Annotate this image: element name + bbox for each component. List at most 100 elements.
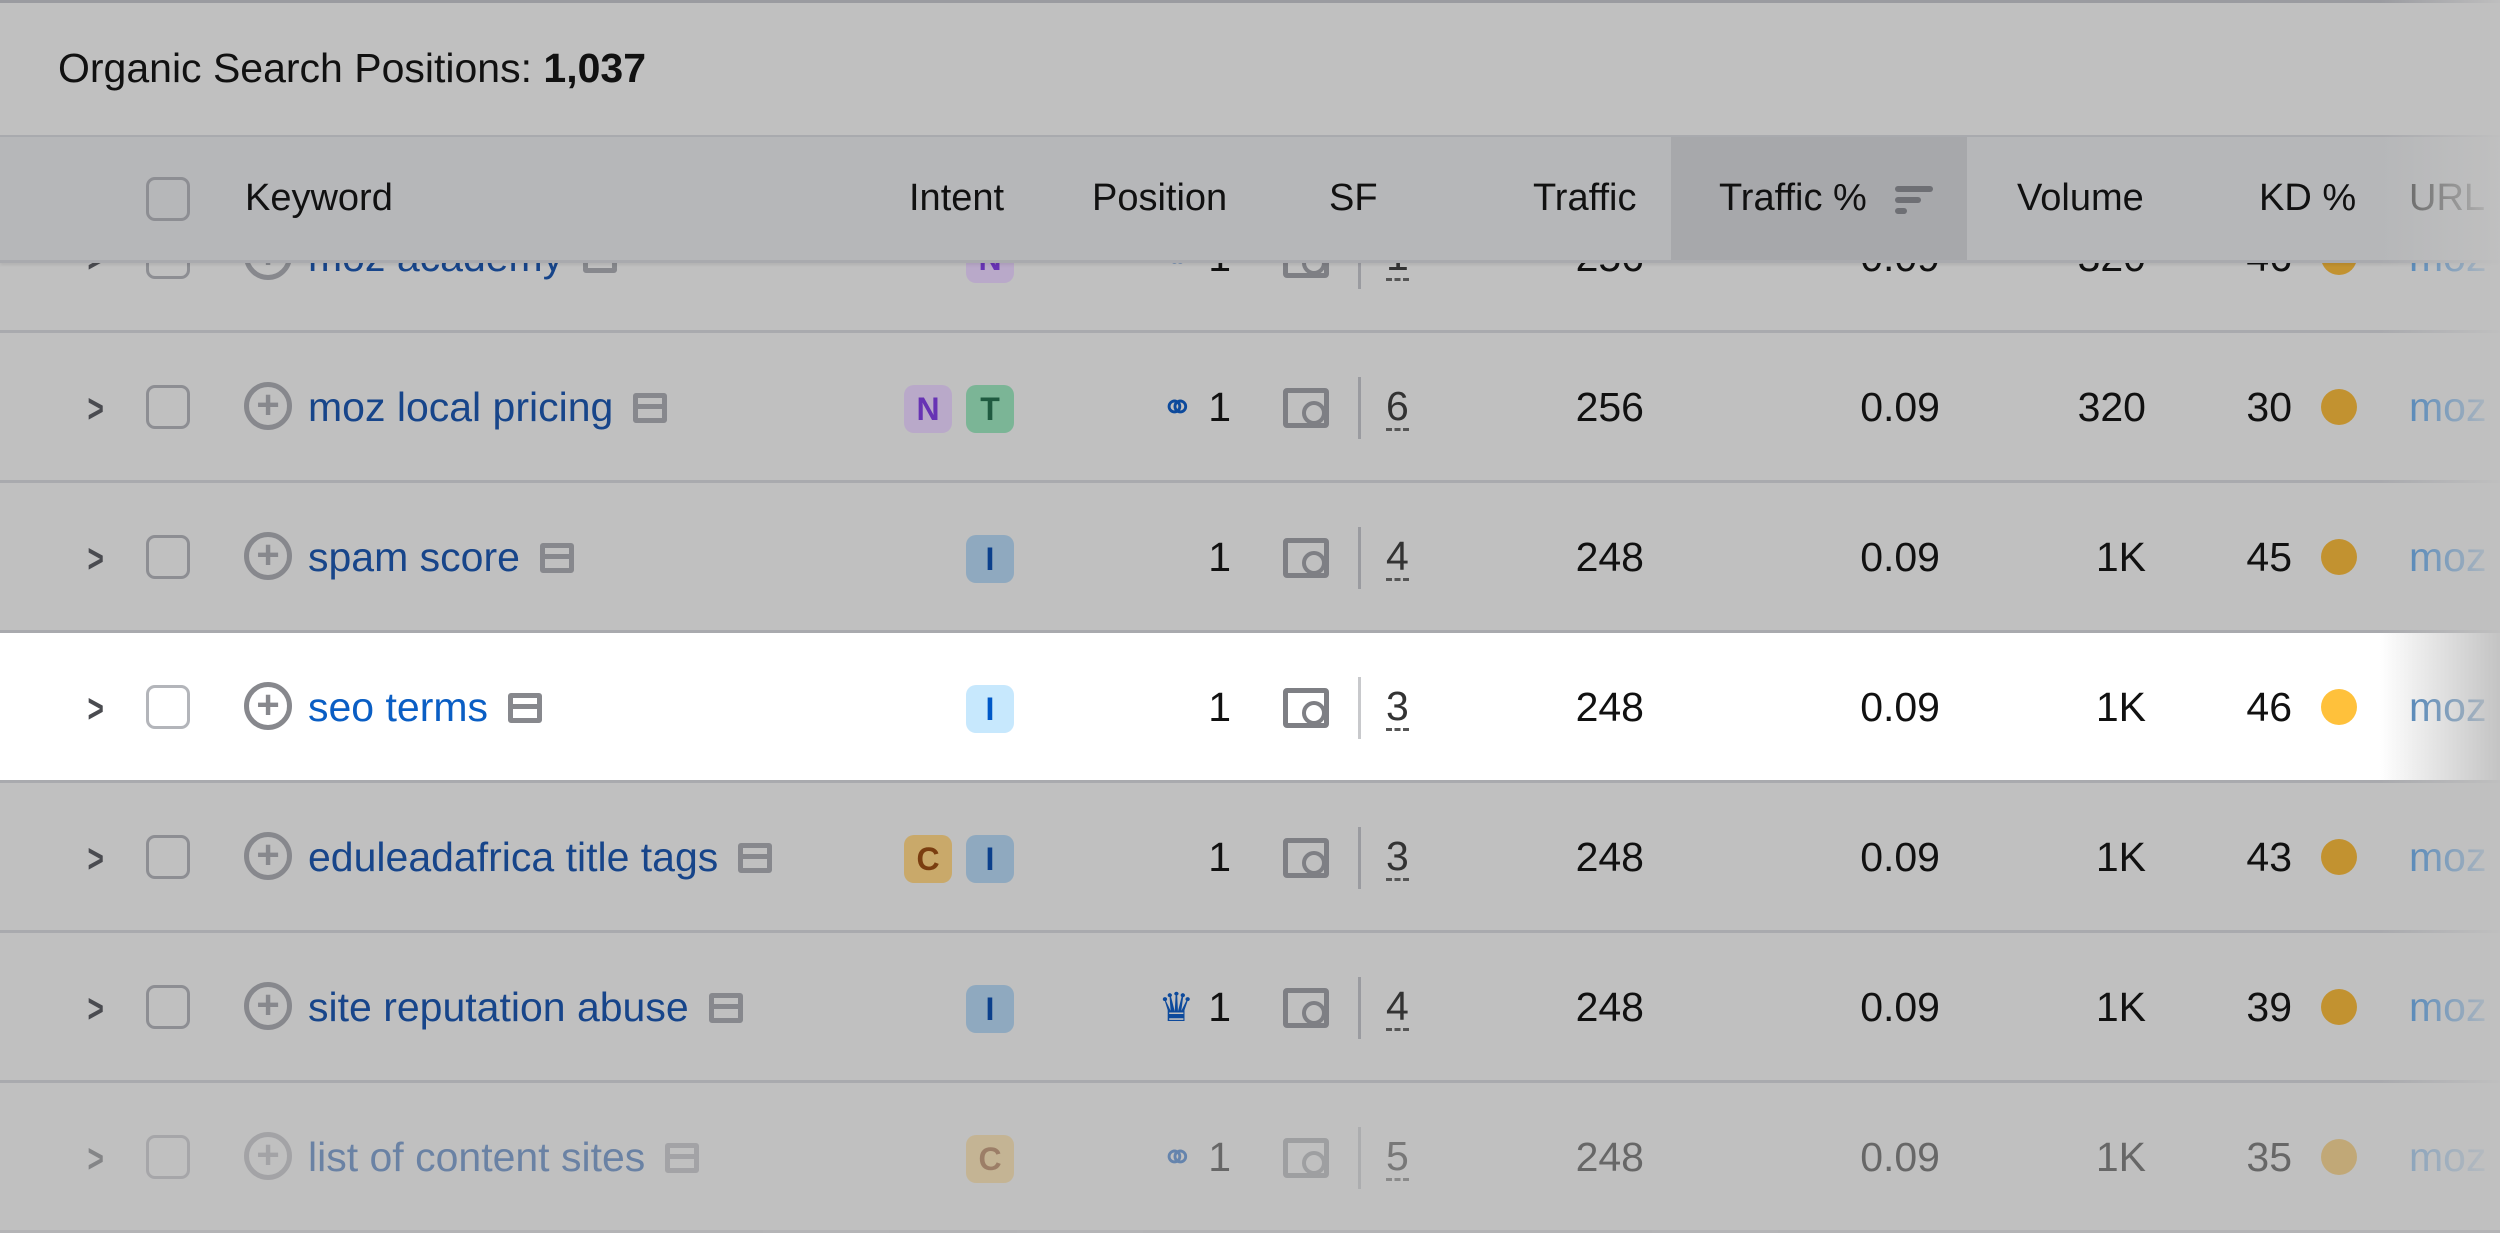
header-intent[interactable]: Intent	[909, 177, 1004, 220]
sf-count[interactable]: 6	[1386, 384, 1409, 431]
serp-preview-icon[interactable]	[539, 542, 574, 573]
volume-value: 1K	[2095, 1134, 2146, 1180]
keyword-link[interactable]: list of content sites	[308, 1134, 700, 1181]
keyword-link[interactable]: site reputation abuse	[308, 984, 743, 1031]
keyword-link[interactable]: moz local pricing	[308, 384, 668, 431]
row-checkbox[interactable]	[146, 685, 190, 729]
intent-badges: CI	[904, 835, 1014, 883]
serp-features-icon[interactable]	[1283, 988, 1329, 1028]
volume-value: 320	[2077, 384, 2146, 430]
serp-features-icon[interactable]	[1283, 388, 1329, 428]
header-traffic[interactable]: Traffic	[1533, 177, 1636, 220]
kd-difficulty-dot	[2321, 539, 2357, 575]
kd-difficulty-dot	[2321, 839, 2357, 875]
keyword-link[interactable]: spam score	[308, 534, 574, 581]
position-cell: 1	[1208, 684, 1231, 731]
traffic-value: 248	[1575, 834, 1644, 880]
add-keyword-icon[interactable]: +	[244, 832, 292, 880]
sf-divider	[1358, 977, 1361, 1039]
keyword-text: site reputation abuse	[308, 984, 689, 1030]
table-row[interactable]: > + site reputation abuse I ♛ 1 4 248 0.0…	[0, 933, 2500, 1083]
sf-count[interactable]: 4	[1386, 534, 1409, 581]
add-keyword-icon[interactable]: +	[244, 1132, 292, 1180]
add-keyword-icon[interactable]: +	[244, 982, 292, 1030]
expand-chevron-icon[interactable]: >	[88, 987, 104, 1032]
positions-count: 1,037	[543, 45, 647, 91]
row-checkbox[interactable]	[146, 535, 190, 579]
header-sf[interactable]: SF	[1329, 177, 1378, 220]
serp-preview-icon[interactable]	[665, 1142, 700, 1173]
sf-count[interactable]: 4	[1386, 984, 1409, 1031]
add-keyword-icon[interactable]: +	[244, 532, 292, 580]
keyword-link[interactable]: seo terms	[308, 684, 542, 731]
keyword-table-body: > + moz academy N ⚭1 1 256 0.09 320 46 m…	[0, 183, 2500, 1233]
keyword-link[interactable]: eduleadafrica title tags	[308, 834, 773, 881]
header-kd[interactable]: KD %	[2259, 177, 2356, 220]
expand-chevron-icon[interactable]: >	[88, 1137, 104, 1182]
url-link[interactable]: moz	[2409, 984, 2486, 1031]
position-value: 1	[1208, 834, 1231, 880]
volume-value: 1K	[2095, 684, 2146, 730]
serp-features-icon[interactable]	[1283, 1138, 1329, 1178]
position-cell: 1	[1208, 534, 1231, 581]
header-position[interactable]: Position	[1092, 177, 1227, 220]
sf-divider	[1358, 527, 1361, 589]
serp-preview-icon[interactable]	[738, 842, 773, 873]
serp-features-icon[interactable]	[1283, 688, 1329, 728]
table-row[interactable]: > + list of content sites C ⚭ 1 5 248 0.0…	[0, 1083, 2500, 1233]
table-row[interactable]: > + moz local pricing NT ⚭ 1 6 256 0.09 3…	[0, 333, 2500, 483]
keyword-text: eduleadafrica title tags	[308, 834, 719, 880]
kd-difficulty-dot	[2321, 989, 2357, 1025]
intent-badge: T	[966, 385, 1014, 433]
serp-features-icon[interactable]	[1283, 538, 1329, 578]
sf-count[interactable]: 3	[1386, 834, 1409, 881]
keyword-text: list of content sites	[308, 1134, 646, 1180]
table-row[interactable]: > + spam score I 1 4 248 0.09 1K 45 moz	[0, 483, 2500, 633]
header-volume[interactable]: Volume	[2017, 177, 2144, 220]
intent-badge: I	[966, 685, 1014, 733]
traffic-pct-value: 0.09	[1860, 534, 1940, 580]
expand-chevron-icon[interactable]: >	[88, 537, 104, 582]
row-checkbox[interactable]	[146, 835, 190, 879]
add-keyword-icon[interactable]: +	[244, 382, 292, 430]
row-checkbox[interactable]	[146, 1135, 190, 1179]
sf-count[interactable]: 5	[1386, 1134, 1409, 1181]
add-keyword-icon[interactable]: +	[244, 682, 292, 730]
url-link[interactable]: moz	[2409, 534, 2486, 581]
url-link[interactable]: moz	[2409, 1134, 2486, 1181]
table-row[interactable]: > + eduleadafrica title tags CI 1 3 248 …	[0, 783, 2500, 933]
position-value: 1	[1208, 984, 1231, 1030]
sort-descending-icon[interactable]	[1895, 185, 1934, 214]
expand-chevron-icon[interactable]: >	[88, 837, 104, 882]
kd-value: 39	[2246, 984, 2292, 1030]
intent-badge: N	[904, 385, 952, 433]
url-link[interactable]: moz	[2409, 834, 2486, 881]
header-url[interactable]: URL	[2409, 177, 2485, 220]
position-value: 1	[1208, 684, 1231, 730]
intent-badges: C	[966, 1135, 1014, 1183]
position-cell: ⚭1	[1161, 384, 1231, 431]
sf-divider	[1358, 827, 1361, 889]
position-cell: ♛ 1	[1158, 984, 1231, 1031]
header-keyword[interactable]: Keyword	[245, 177, 393, 220]
serp-preview-icon[interactable]	[508, 692, 542, 723]
expand-chevron-icon[interactable]: >	[88, 687, 104, 732]
expand-chevron-icon[interactable]: >	[88, 387, 104, 432]
serp-preview-icon[interactable]	[708, 992, 743, 1023]
header-traffic-pct[interactable]: Traffic %	[1719, 177, 1934, 220]
table-row[interactable]: > + seo terms I 1 3 248 0.09 1K 46 moz	[0, 633, 2500, 783]
keyword-text: seo terms	[308, 684, 488, 730]
intent-badges: I	[966, 535, 1014, 583]
link-icon: ⚭	[1160, 1135, 1195, 1180]
row-checkbox[interactable]	[146, 985, 190, 1029]
traffic-pct-value: 0.09	[1860, 984, 1940, 1030]
serp-features-icon[interactable]	[1283, 838, 1329, 878]
sf-divider	[1358, 1127, 1361, 1189]
traffic-pct-value: 0.09	[1860, 384, 1940, 430]
serp-preview-icon[interactable]	[633, 392, 668, 423]
select-all-checkbox[interactable]	[146, 177, 190, 221]
url-link[interactable]: moz	[2409, 384, 2486, 431]
sf-count[interactable]: 3	[1386, 684, 1409, 731]
url-link[interactable]: moz	[2409, 684, 2486, 731]
row-checkbox[interactable]	[146, 385, 190, 429]
